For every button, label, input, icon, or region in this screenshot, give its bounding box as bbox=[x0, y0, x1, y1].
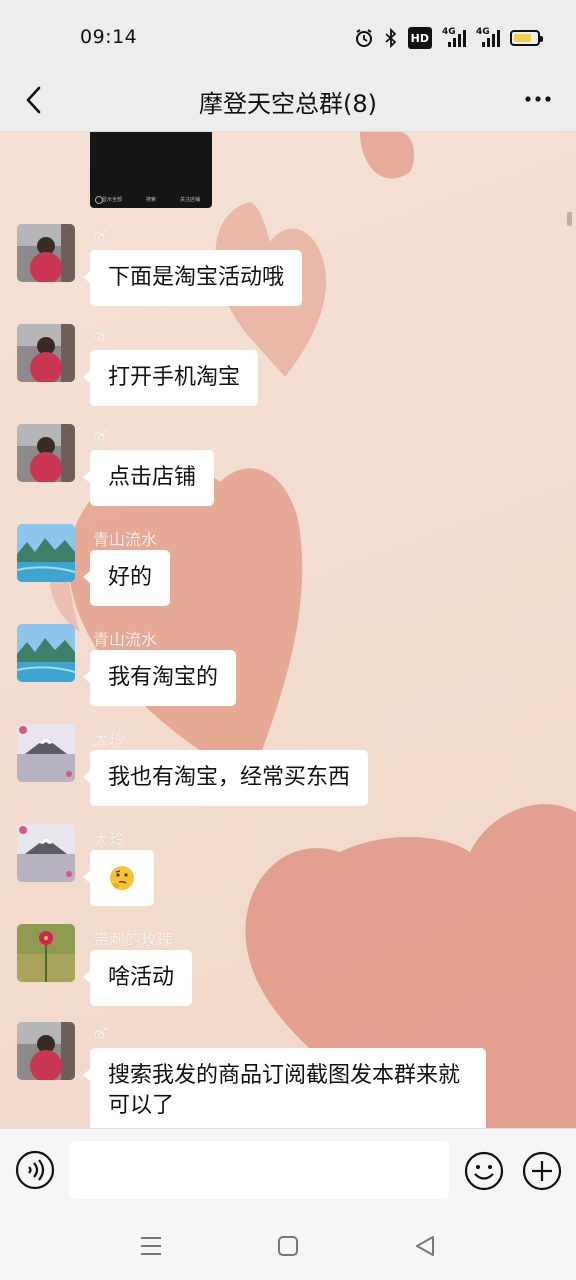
avatar-girl-photo[interactable] bbox=[17, 224, 75, 282]
sender-name: 大玲 bbox=[93, 830, 126, 849]
home-square-icon bbox=[278, 1236, 298, 1256]
message-bubble[interactable]: 搜索我发的商品订阅截图发本群来就可以了 bbox=[83, 1048, 486, 1128]
chat-message: 带刺的玫瑰 啥活动 bbox=[0, 924, 576, 1014]
avatar-pink-flower[interactable] bbox=[17, 924, 75, 982]
message-bubble[interactable]: 打开手机淘宝 bbox=[82, 350, 259, 406]
chat-message-list[interactable]: 显示全部 搜索 关注店铺 ര് 下面是淘宝活动哦 ര് 打开手机淘宝 ര് 点击… bbox=[0, 132, 576, 1128]
sender-name: 青山流水 bbox=[93, 530, 158, 549]
thinking-face-emoji bbox=[110, 866, 134, 890]
sender-name: ര് bbox=[93, 1024, 106, 1043]
video-thumb-label: 搜索 bbox=[145, 196, 156, 203]
message-bubble[interactable]: 我也有淘宝，经常买东西 bbox=[82, 750, 369, 806]
back-nav-button[interactable] bbox=[411, 1232, 439, 1260]
sender-name: 带刺的玫瑰 bbox=[93, 930, 174, 949]
sender-name: ര് bbox=[93, 226, 106, 245]
chat-title: 摩登天空总群(8) bbox=[199, 90, 377, 118]
message-bubble[interactable]: 好的 bbox=[82, 550, 171, 606]
sender-name: ര് bbox=[93, 426, 106, 445]
menu-button[interactable] bbox=[137, 1232, 165, 1260]
sender-name: 大玲 bbox=[93, 730, 126, 749]
chat-message: 大玲 我也有淘宝，经常买东西 bbox=[0, 724, 576, 814]
chat-message: 青山流水 我有淘宝的 bbox=[0, 624, 576, 714]
emoji-button[interactable] bbox=[463, 1150, 505, 1192]
chat-message: ര് 打开手机淘宝 bbox=[0, 324, 576, 414]
video-thumb-labels: 显示全部 搜索 关注店铺 bbox=[90, 190, 212, 208]
chat-message: ര് 点击店铺 bbox=[0, 424, 576, 514]
video-message-thumbnail[interactable]: 显示全部 搜索 关注店铺 bbox=[90, 132, 212, 208]
plus-circle-icon bbox=[522, 1151, 562, 1191]
battery-icon bbox=[510, 30, 543, 46]
status-bar: 09:14 HD 4G 4G bbox=[0, 0, 576, 70]
avatar-girl-photo[interactable] bbox=[17, 1022, 75, 1080]
signal-4g-icon: 4G bbox=[442, 27, 466, 48]
avatar-girl-photo[interactable] bbox=[17, 424, 75, 482]
more-features-button[interactable] bbox=[521, 1150, 563, 1192]
avatar-landscape-river[interactable] bbox=[17, 624, 75, 682]
avatar-landscape-river[interactable] bbox=[17, 524, 75, 582]
system-navigation-bar bbox=[0, 1212, 576, 1280]
sender-name: 青山流水 bbox=[93, 630, 158, 649]
smiley-icon bbox=[464, 1151, 504, 1191]
message-bubble[interactable]: 下面是淘宝活动哦 bbox=[82, 250, 303, 306]
hd-voice-icon: HD bbox=[407, 27, 432, 49]
alarm-icon bbox=[354, 27, 374, 49]
sender-name: ര് bbox=[93, 326, 106, 345]
avatar-mount-fuji[interactable] bbox=[17, 824, 75, 882]
status-icons: HD 4G 4G bbox=[354, 26, 543, 50]
more-dots-icon bbox=[525, 96, 551, 102]
message-text-input[interactable] bbox=[69, 1141, 449, 1199]
chat-message: ര് 搜索我发的商品订阅截图发本群来就可以了 bbox=[0, 1022, 576, 1128]
message-bubble[interactable]: 啥活动 bbox=[82, 950, 193, 1006]
signal-4g-icon-2: 4G bbox=[476, 27, 500, 48]
home-button[interactable] bbox=[274, 1232, 302, 1260]
chat-message: 青山流水 好的 bbox=[0, 524, 576, 614]
voice-input-button[interactable] bbox=[15, 1150, 55, 1190]
chat-message: 大玲 bbox=[0, 824, 576, 914]
avatar-girl-photo[interactable] bbox=[17, 324, 75, 382]
message-bubble[interactable]: 我有淘宝的 bbox=[82, 650, 237, 706]
menu-lines-icon bbox=[141, 1237, 161, 1255]
video-thumb-label: 关注店铺 bbox=[179, 196, 200, 203]
message-bubble[interactable] bbox=[83, 850, 154, 906]
voice-icon bbox=[15, 1150, 55, 1190]
video-thumb-label: 显示全部 bbox=[101, 196, 122, 203]
more-options-button[interactable] bbox=[518, 82, 558, 116]
avatar-mount-fuji[interactable] bbox=[17, 724, 75, 782]
chat-message: ര് 下面是淘宝活动哦 bbox=[0, 224, 576, 314]
status-time: 09:14 bbox=[80, 26, 138, 48]
message-input-bar bbox=[0, 1128, 576, 1212]
back-triangle-icon bbox=[416, 1236, 434, 1256]
message-bubble[interactable]: 点击店铺 bbox=[82, 450, 215, 506]
chat-header: 摩登天空总群(8) bbox=[0, 70, 576, 132]
bluetooth-icon bbox=[384, 27, 398, 49]
